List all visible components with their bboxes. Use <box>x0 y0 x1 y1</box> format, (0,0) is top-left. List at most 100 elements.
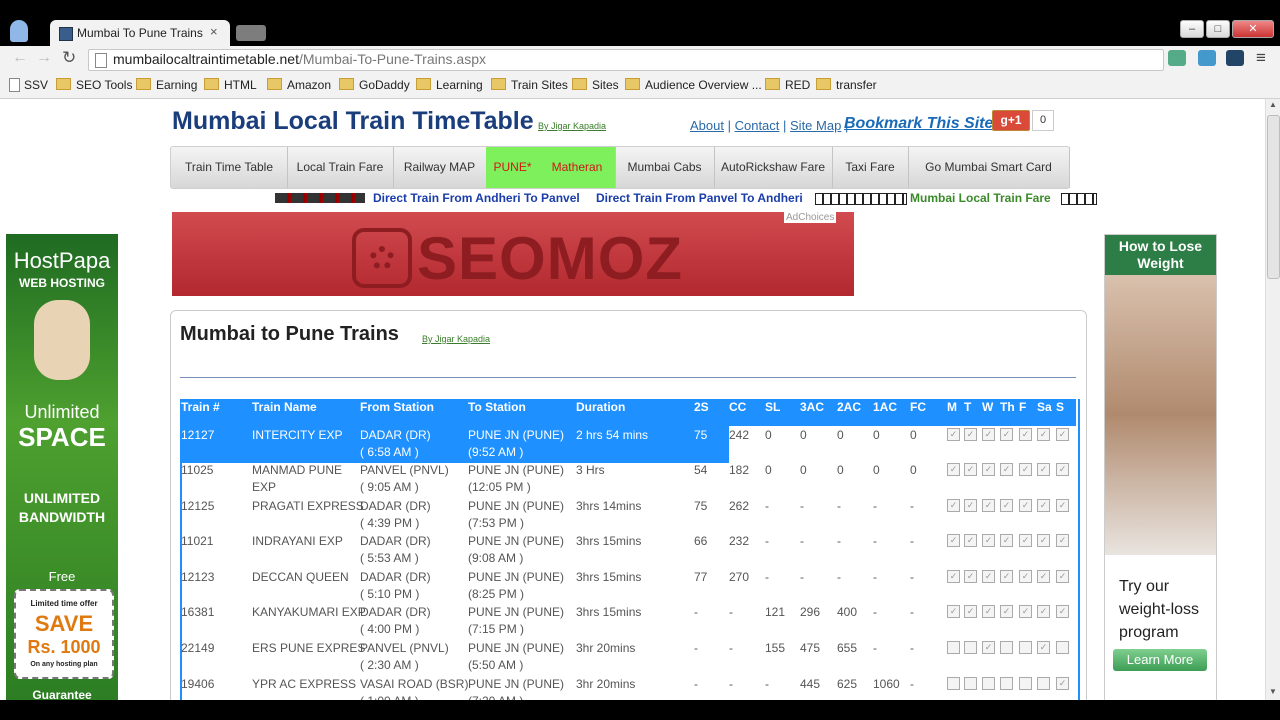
andheri-panvel-link[interactable]: Direct Train From Andheri To Panvel <box>373 191 580 205</box>
reload-icon[interactable]: ↻ <box>62 48 76 68</box>
nav-item[interactable]: Local Train Fare <box>287 147 394 188</box>
day-checkbox[interactable]: ✓ <box>1037 570 1050 583</box>
day-checkbox[interactable]: ✓ <box>1019 534 1032 547</box>
day-checkbox[interactable]: ✓ <box>1000 570 1013 583</box>
column-header[interactable]: 1AC <box>873 400 897 414</box>
bookmark-item[interactable]: GoDaddy <box>339 78 410 92</box>
address-bar[interactable]: mumbailocaltraintimetable.net/Mumbai-To-… <box>88 49 1164 71</box>
column-header[interactable]: From Station <box>360 400 434 414</box>
bookmark-item[interactable]: transfer <box>816 78 877 92</box>
day-checkbox[interactable]: ✓ <box>947 570 960 583</box>
content-byline[interactable]: By Jigar Kapadia <box>422 334 490 344</box>
scroll-up-icon[interactable]: ▲ <box>1269 100 1277 109</box>
day-checkbox[interactable]: ✓ <box>947 499 960 512</box>
forward-icon[interactable]: → <box>36 49 52 67</box>
local-train-fare-link[interactable]: Mumbai Local Train Fare <box>910 191 1051 205</box>
day-checkbox[interactable]: ✓ <box>1056 463 1069 476</box>
day-checkbox[interactable]: ✓ <box>1037 428 1050 441</box>
column-header[interactable]: Sa <box>1037 400 1052 414</box>
day-checkbox[interactable]: ✓ <box>1000 463 1013 476</box>
nav-item[interactable]: PUNE* <box>486 147 540 188</box>
day-checkbox[interactable]: ✓ <box>1000 499 1013 512</box>
day-checkbox[interactable]: ✓ <box>982 605 995 618</box>
column-header[interactable]: 2S <box>694 400 709 414</box>
column-header[interactable]: T <box>964 400 971 414</box>
column-header[interactable]: CC <box>729 400 746 414</box>
column-header[interactable]: SL <box>765 400 780 414</box>
nav-item[interactable]: Train Time Table <box>171 147 288 188</box>
chrome-profile-icon[interactable] <box>10 20 28 42</box>
day-checkbox[interactable] <box>982 677 995 690</box>
day-checkbox[interactable]: ✓ <box>964 570 977 583</box>
learn-more-button[interactable]: Learn More <box>1113 649 1207 671</box>
day-checkbox[interactable]: ✓ <box>964 499 977 512</box>
day-checkbox[interactable]: ✓ <box>1037 534 1050 547</box>
column-header[interactable]: Th <box>1000 400 1015 414</box>
column-header[interactable]: S <box>1056 400 1064 414</box>
day-checkbox[interactable] <box>1019 641 1032 654</box>
nav-item[interactable]: Railway MAP <box>393 147 487 188</box>
maximize-icon[interactable]: □ <box>1206 20 1230 38</box>
extension-icon[interactable] <box>1168 50 1186 66</box>
day-checkbox[interactable] <box>947 641 960 654</box>
nav-item[interactable]: AutoRickshaw Fare <box>714 147 833 188</box>
bookmark-site-link[interactable]: Bookmark This Site <box>844 115 993 133</box>
day-checkbox[interactable]: ✓ <box>964 463 977 476</box>
day-checkbox[interactable]: ✓ <box>982 499 995 512</box>
bookmark-item[interactable]: Sites <box>572 78 619 92</box>
contact-link[interactable]: Contact <box>735 118 780 133</box>
day-checkbox[interactable]: ✓ <box>964 605 977 618</box>
tab-close-icon[interactable]: × <box>210 24 218 39</box>
day-checkbox[interactable]: ✓ <box>982 641 995 654</box>
day-checkbox[interactable]: ✓ <box>1019 605 1032 618</box>
day-checkbox[interactable] <box>1056 641 1069 654</box>
nav-item[interactable]: Matheran <box>539 147 616 188</box>
day-checkbox[interactable]: ✓ <box>1056 534 1069 547</box>
nav-item[interactable]: Go Mumbai Smart Card <box>908 147 1070 188</box>
column-header[interactable]: F <box>1019 400 1026 414</box>
day-checkbox[interactable]: ✓ <box>982 534 995 547</box>
extension-icon[interactable] <box>1198 50 1216 66</box>
minimize-icon[interactable]: – <box>1180 20 1204 38</box>
site-map-link[interactable]: Site Map <box>790 118 841 133</box>
day-checkbox[interactable]: ✓ <box>947 605 960 618</box>
column-header[interactable]: Train Name <box>252 400 317 414</box>
day-checkbox[interactable]: ✓ <box>1056 570 1069 583</box>
column-header[interactable]: FC <box>910 400 926 414</box>
about-link[interactable]: About <box>690 118 724 133</box>
scroll-down-icon[interactable]: ▼ <box>1269 687 1277 696</box>
day-checkbox[interactable] <box>1019 677 1032 690</box>
new-tab-button[interactable] <box>236 25 266 41</box>
close-icon[interactable]: ✕ <box>1232 20 1274 38</box>
column-header[interactable]: 3AC <box>800 400 824 414</box>
bookmark-item[interactable]: Train Sites <box>491 78 568 92</box>
day-checkbox[interactable]: ✓ <box>947 428 960 441</box>
column-header[interactable]: 2AC <box>837 400 861 414</box>
nav-item[interactable]: Taxi Fare <box>832 147 909 188</box>
day-checkbox[interactable]: ✓ <box>1019 428 1032 441</box>
hostpapa-ad[interactable]: HostPapa WEB HOSTING Unlimited SPACE UNL… <box>6 234 118 700</box>
day-checkbox[interactable]: ✓ <box>1037 463 1050 476</box>
site-byline[interactable]: By Jigar Kapadia <box>538 121 606 131</box>
bookmark-item[interactable]: SEO Tools <box>56 78 132 92</box>
scrollbar-thumb[interactable] <box>1267 115 1280 279</box>
day-checkbox[interactable]: ✓ <box>1000 428 1013 441</box>
bookmark-item[interactable]: Audience Overview ... <box>625 78 762 92</box>
menu-icon[interactable]: ≡ <box>1256 48 1266 68</box>
bookmark-item[interactable]: Amazon <box>267 78 331 92</box>
column-header[interactable]: To Station <box>468 400 526 414</box>
adchoices-label[interactable]: AdChoices <box>784 212 837 223</box>
day-checkbox[interactable]: ✓ <box>1037 605 1050 618</box>
day-checkbox[interactable] <box>947 677 960 690</box>
day-checkbox[interactable] <box>1037 677 1050 690</box>
day-checkbox[interactable]: ✓ <box>1056 677 1069 690</box>
day-checkbox[interactable]: ✓ <box>1000 534 1013 547</box>
seomoz-banner-ad[interactable]: SEOMOZ <box>172 212 854 296</box>
day-checkbox[interactable]: ✓ <box>1056 428 1069 441</box>
day-checkbox[interactable]: ✓ <box>1056 605 1069 618</box>
day-checkbox[interactable] <box>964 641 977 654</box>
day-checkbox[interactable] <box>964 677 977 690</box>
tab-active[interactable]: Mumbai To Pune Trains × <box>50 20 230 46</box>
day-checkbox[interactable]: ✓ <box>964 534 977 547</box>
extension-icon[interactable] <box>1226 50 1244 66</box>
